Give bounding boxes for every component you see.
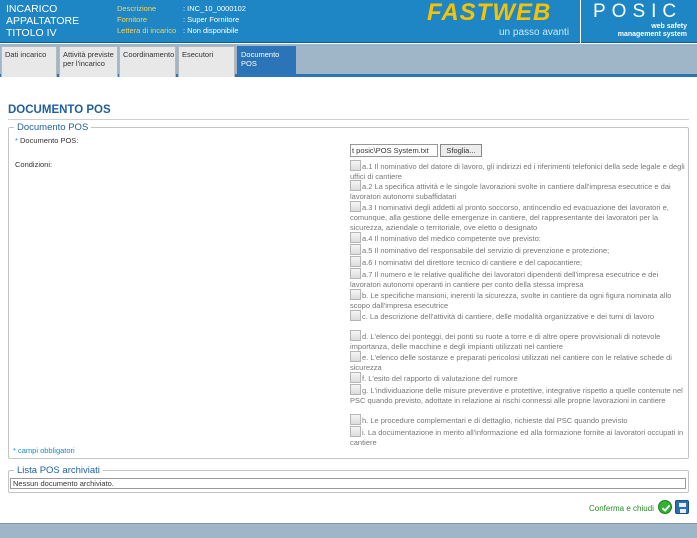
condition-item: f. L'esito del rapporto di valutazione d… [350, 372, 686, 384]
product-name: POSIC [593, 1, 683, 22]
condition-checkbox[interactable] [350, 330, 361, 341]
footer-bar [0, 523, 697, 538]
condition-text: d. L'elenco dei ponteggi, dei ponti su r… [350, 332, 661, 351]
condition-checkbox[interactable] [350, 160, 361, 171]
documento-pos-label: * Documento POS: [15, 136, 78, 145]
condition-item: d. L'elenco dei ponteggi, dei ponti su r… [350, 330, 686, 351]
tab-attivita-previste[interactable]: Attività previste per l'incarico [59, 46, 118, 77]
fieldset-legend: Documento POS [17, 122, 89, 133]
condition-text: e. L'elenco delle sostanze e preparati p… [350, 353, 672, 372]
info-value: : Super Fornitore [183, 15, 240, 24]
condition-text: a.4 Il nominativo del medico competente … [362, 234, 541, 243]
condition-text: a.6 I nominativi del direttore tecnico d… [362, 258, 583, 267]
info-value: : INC_10_0000102 [183, 4, 246, 13]
condition-item: a.1 Il nominativo del datore di lavoro, … [350, 160, 686, 181]
condition-item: i. La documentazione in merito all'infor… [350, 426, 686, 447]
condition-item: a.3 I nominativi degli addetti al pronto… [350, 201, 686, 232]
condition-checkbox[interactable] [350, 372, 361, 383]
tab-bar: Dati incarico Attività previste per l'in… [0, 44, 697, 77]
app-header: INCARICO APPALTATORE TITOLO IV Descrizio… [0, 0, 697, 43]
browse-button[interactable]: Sfoglia... [440, 144, 482, 157]
tab-esecutori[interactable]: Esecutori [178, 46, 235, 77]
condition-checkbox[interactable] [350, 201, 361, 212]
condition-checkbox[interactable] [350, 414, 361, 425]
brand-tagline: un passo avanti [499, 27, 570, 38]
condition-item: a.2 La specifica attività e le singole l… [350, 180, 686, 201]
header-title-line: APPALTATORE [6, 15, 80, 27]
condition-item: b. Le specifiche mansioni, inerenti la s… [350, 289, 686, 310]
file-path-input[interactable]: t posic\POS System.txt [350, 144, 438, 157]
required-mark: * [15, 136, 18, 145]
tab-coordinamento[interactable]: Coordinamento [119, 46, 176, 77]
documento-pos-label-text: Documento POS: [20, 136, 79, 145]
info-key: Descrizione [117, 4, 157, 13]
condition-checkbox[interactable] [350, 384, 361, 395]
title-divider [8, 119, 689, 120]
condition-text: a.7 Il numero e le relative qualifiche d… [350, 270, 659, 289]
header-title-line: TITOLO IV [6, 27, 57, 39]
header-info: Descrizione : INC_10_0000102 Fornitore : S… [117, 3, 246, 36]
info-key: Fornitore [117, 15, 148, 24]
condition-item: e. L'elenco delle sostanze e preparati p… [350, 351, 686, 372]
condition-item: a.5 Il nominativo del responsabile del s… [350, 244, 686, 256]
condition-item: a.6 I nominativi del direttore tecnico d… [350, 256, 686, 268]
condition-checkbox[interactable] [350, 232, 361, 243]
condition-checkbox[interactable] [350, 289, 361, 300]
posic-logo: POSIC web safety management system [580, 0, 697, 43]
archive-legend: Lista POS archiviati [17, 465, 100, 476]
condition-checkbox[interactable] [350, 256, 361, 267]
condition-text: a.3 I nominativi degli addetti al pronto… [350, 203, 669, 232]
condition-checkbox[interactable] [350, 268, 361, 279]
condition-item: c. La descrizione dell'attività di canti… [350, 310, 686, 330]
condition-text: c. La descrizione dell'attività di canti… [362, 312, 655, 321]
confirm-close-link[interactable]: Conferma e chiudi [589, 504, 654, 513]
info-value: : Non disponibile [183, 26, 239, 35]
product-subtitle-line: web safety [651, 23, 687, 30]
conditions-list: a.1 Il nominativo del datore di lavoro, … [350, 160, 686, 447]
condition-checkbox[interactable] [350, 351, 361, 362]
condition-text: a.1 Il nominativo del datore di lavoro, … [350, 162, 685, 181]
brand-name: FASTWEB [427, 0, 552, 26]
condition-item: g. L'individuazione delle misure prevent… [350, 384, 686, 414]
condition-checkbox[interactable] [350, 244, 361, 255]
condition-text: a.2 La specifica attività e le singole l… [350, 182, 671, 201]
condition-item: a.7 Il numero e le relative qualifiche d… [350, 268, 686, 289]
header-title: INCARICO APPALTATORE TITOLO IV [6, 3, 106, 39]
condition-text: i. La documentazione in merito all'infor… [350, 428, 684, 447]
condition-checkbox[interactable] [350, 180, 361, 191]
tab-dati-incarico[interactable]: Dati incarico [1, 46, 57, 77]
condition-text: b. Le specifiche mansioni, inerenti la s… [350, 291, 672, 310]
condition-checkbox[interactable] [350, 310, 361, 321]
condition-text: a.5 Il nominativo del responsabile del s… [362, 246, 610, 255]
tab-documento-pos[interactable]: Documento POS [237, 46, 296, 77]
condition-item: h. Le procedure complementari e di detta… [350, 414, 686, 426]
condition-text: h. Le procedure complementari e di detta… [362, 416, 628, 425]
header-title-line: INCARICO [6, 3, 58, 15]
product-subtitle-line: management system [617, 31, 687, 38]
required-fields-note: * campi obbligatori [13, 446, 75, 455]
condition-text: f. L'esito del rapporto di valutazione d… [362, 374, 518, 383]
product-subtitle: web safety management system [618, 23, 687, 39]
condition-item: a.4 Il nominativo del medico competente … [350, 232, 686, 244]
confirm-check-icon[interactable] [658, 500, 672, 514]
condition-text: g. L'individuazione delle misure prevent… [350, 386, 683, 405]
page-title: DOCUMENTO POS [8, 104, 111, 116]
info-key: Lettera di incarico [117, 26, 177, 35]
archive-list-field: Nessun documento archiviato. [10, 478, 686, 489]
save-disk-icon[interactable] [675, 500, 689, 514]
condition-checkbox[interactable] [350, 426, 361, 437]
condizioni-label: Condizioni: [15, 160, 53, 169]
fastweb-logo: FASTWEB un passo avanti [425, 0, 575, 43]
